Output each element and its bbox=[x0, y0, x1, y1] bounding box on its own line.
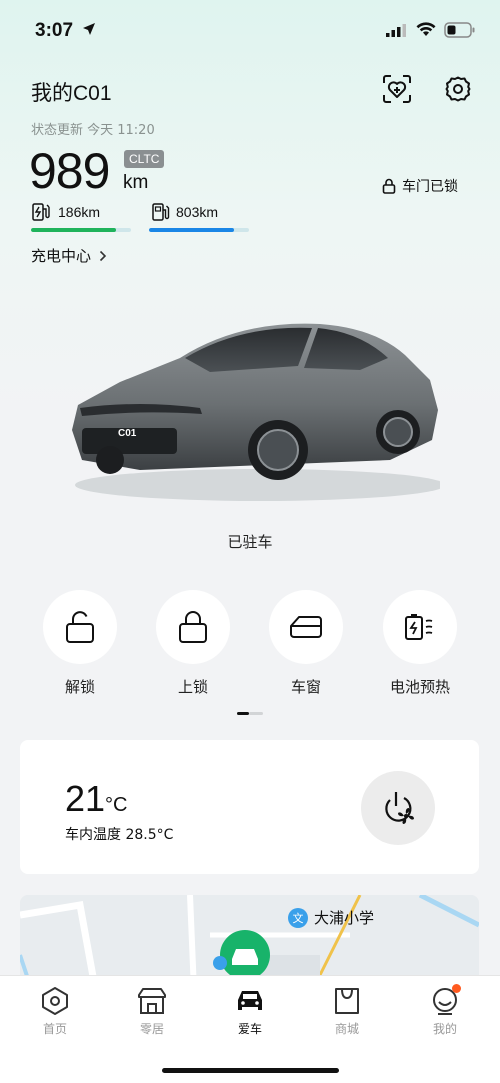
electric-range-bar bbox=[31, 228, 131, 232]
tab-profile-label: 我的 bbox=[432, 1022, 457, 1036]
school-pin-icon: 文 bbox=[288, 907, 308, 928]
charging-station-icon bbox=[32, 203, 50, 221]
lock-icon bbox=[382, 178, 396, 194]
tab-car[interactable]: 爱车 bbox=[215, 984, 285, 1037]
battery-preheat-button[interactable]: 电池预热 bbox=[382, 590, 458, 697]
target-temperature: 21°C bbox=[65, 778, 128, 820]
controls-pager bbox=[237, 712, 263, 715]
window-button[interactable]: 车窗 bbox=[268, 590, 344, 697]
poi-label[interactable]: 文 大浦小学 bbox=[288, 907, 374, 928]
notification-dot bbox=[452, 984, 461, 993]
poi-name: 大浦小学 bbox=[314, 909, 375, 927]
battery-heat-icon bbox=[405, 614, 433, 640]
tab-community[interactable]: 零居 bbox=[117, 984, 187, 1037]
car-image[interactable]: C01 bbox=[60, 310, 440, 510]
tab-home-label: 首页 bbox=[42, 1022, 67, 1036]
location-arrow-icon bbox=[83, 23, 95, 35]
tab-shop-label: 商城 bbox=[334, 1022, 359, 1036]
climate-power-button[interactable] bbox=[361, 771, 435, 845]
power-fan-icon bbox=[385, 792, 414, 824]
home-icon bbox=[42, 987, 68, 1015]
inside-temperature: 车内温度 28.5°C bbox=[65, 827, 174, 843]
electric-range-fill bbox=[31, 228, 116, 232]
heart-scan-icon bbox=[383, 75, 411, 103]
climate-card[interactable]: 21°C 车内温度 28.5°C bbox=[20, 740, 479, 874]
car-model-plate: C01 bbox=[118, 428, 137, 439]
fuel-range-value: 803km bbox=[176, 204, 219, 220]
unlock-label: 解锁 bbox=[64, 678, 95, 696]
fuel-range-fill bbox=[149, 228, 234, 232]
pager-dot bbox=[249, 712, 263, 715]
lock-button[interactable]: 上锁 bbox=[155, 590, 231, 697]
unlock-icon bbox=[66, 611, 94, 643]
temperature-unit: °C bbox=[105, 794, 128, 816]
lock-circle bbox=[156, 590, 230, 664]
cltc-badge: CLTC bbox=[124, 150, 165, 168]
tab-home[interactable]: 首页 bbox=[20, 984, 90, 1037]
battery-preheat-circle bbox=[383, 590, 457, 664]
cellular-signal-icon bbox=[386, 24, 406, 37]
fuel-range-bar bbox=[149, 228, 249, 232]
unlock-circle bbox=[43, 590, 117, 664]
wifi-icon bbox=[416, 22, 436, 36]
battery-icon bbox=[444, 22, 475, 38]
window-circle bbox=[269, 590, 343, 664]
door-status-label: 车门已锁 bbox=[402, 179, 458, 195]
car-name-title[interactable]: 我的C01 bbox=[31, 77, 112, 107]
status-bar: 3:07 bbox=[0, 0, 500, 60]
battery-preheat-label: 电池预热 bbox=[389, 678, 450, 696]
store-icon bbox=[138, 988, 166, 1014]
parking-status: 已驻车 bbox=[227, 533, 273, 551]
tab-profile[interactable]: 我的 bbox=[410, 984, 480, 1037]
unlock-button[interactable]: 解锁 bbox=[42, 590, 118, 697]
temperature-value: 21 bbox=[65, 778, 106, 819]
status-time: 3:07 bbox=[35, 20, 74, 41]
range-unit: km bbox=[123, 172, 149, 193]
chevron-right-icon bbox=[99, 250, 107, 261]
tab-community-label: 零居 bbox=[139, 1022, 164, 1036]
fuel-range: 803km bbox=[151, 202, 218, 222]
status-update-time: 状态更新 今天 11:20 bbox=[31, 123, 155, 138]
total-range-value: 989 bbox=[29, 143, 110, 199]
window-label: 车窗 bbox=[290, 678, 321, 696]
vehicle-health-button[interactable] bbox=[380, 72, 414, 106]
electric-range: 186km bbox=[31, 202, 100, 222]
tab-shop[interactable]: 商城 bbox=[312, 984, 382, 1037]
fuel-pump-icon bbox=[152, 203, 170, 221]
gear-icon bbox=[445, 76, 471, 102]
home-indicator bbox=[162, 1068, 339, 1073]
tab-car-label: 爱车 bbox=[237, 1022, 262, 1036]
settings-button[interactable] bbox=[441, 72, 475, 106]
shop-icon bbox=[335, 988, 359, 1014]
bottom-tab-bar: 首页 零居 爱车 商城 我的 bbox=[0, 975, 500, 1083]
quick-controls: 解锁 上锁 车窗 电池预热 bbox=[0, 590, 500, 700]
lock-label: 上锁 bbox=[177, 678, 208, 696]
car-icon bbox=[238, 991, 262, 1010]
charging-center-link[interactable]: 充电中心 bbox=[31, 245, 107, 266]
window-icon bbox=[290, 616, 322, 638]
electric-range-value: 186km bbox=[58, 204, 101, 220]
door-lock-status: 车门已锁 bbox=[382, 176, 458, 196]
charging-center-label: 充电中心 bbox=[31, 247, 92, 265]
lock-icon bbox=[179, 611, 207, 643]
pager-dot-active bbox=[237, 712, 249, 715]
